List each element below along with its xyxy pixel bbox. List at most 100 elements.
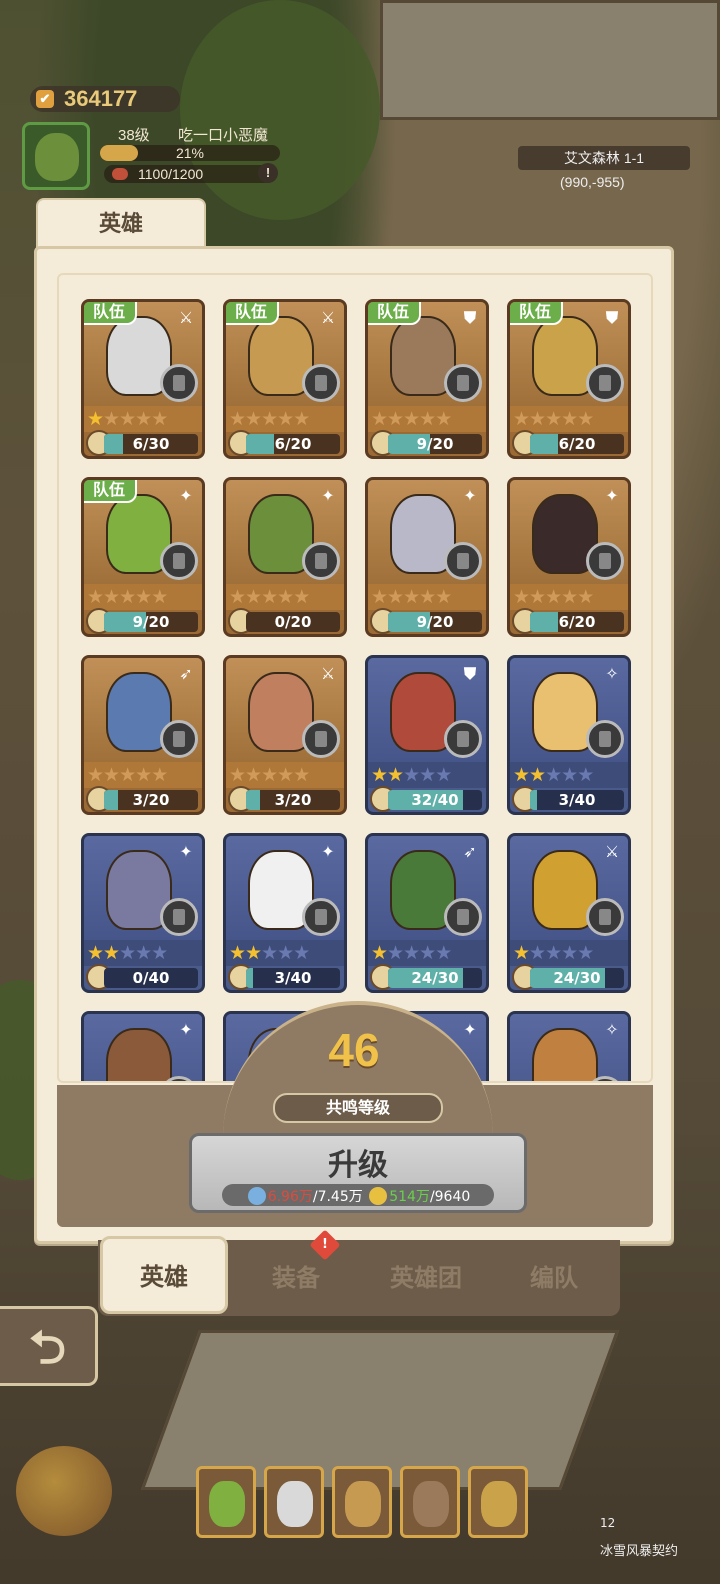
hero-card[interactable]: ✧ ★★★★★ 3/40	[507, 655, 631, 815]
shard-progress-bar: 9/20	[388, 434, 482, 454]
hero-class-icon: ✦	[463, 486, 477, 505]
pact-count: 12	[600, 1516, 616, 1530]
team-slot[interactable]	[468, 1466, 528, 1538]
shard-progress-bar: 24/30	[388, 968, 482, 988]
star-empty-icon: ★	[529, 408, 546, 430]
hero-card[interactable]: ⚔ ★★★★★ 3/20	[223, 655, 347, 815]
hero-card[interactable]: ➶ ★★★★★ 24/30	[365, 833, 489, 993]
hero-class-icon: ✦	[179, 486, 193, 505]
star-empty-icon: ★	[419, 408, 436, 430]
star-empty-icon: ★	[435, 942, 452, 964]
star-filled-icon: ★	[371, 942, 388, 964]
hero-card[interactable]: ➶ ★★★★★ 3/20	[81, 655, 205, 815]
star-empty-icon: ★	[261, 764, 278, 786]
pact-label[interactable]: 冰雪风暴契约	[600, 1540, 678, 1559]
coordinates: (990,-955)	[560, 174, 625, 190]
star-empty-icon: ★	[229, 764, 246, 786]
equipment-slot-icon	[586, 720, 624, 758]
star-empty-icon: ★	[561, 408, 578, 430]
hero-list[interactable]: ⚔ 队伍 ★★★★★ 6/30 ⚔ 队伍 ★★★★★ 6/20 ⛊ 队伍 ★★★★★ 9/20 ⛊ 队伍 ★…	[57, 273, 653, 1083]
tab-heroes[interactable]: 英雄	[100, 1236, 228, 1314]
shard-count: 9/20	[416, 613, 454, 631]
hero-stars: ★★★★★	[84, 762, 202, 788]
star-filled-icon: ★	[245, 942, 262, 964]
hero-card[interactable]: ✦ 队伍 ★★★★★ 9/20	[81, 477, 205, 637]
star-filled-icon: ★	[87, 408, 104, 430]
panel-title-tab: 英雄	[36, 198, 206, 250]
star-empty-icon: ★	[245, 408, 262, 430]
shard-count: 3/40	[274, 969, 312, 987]
star-empty-icon: ★	[387, 942, 404, 964]
shard-progress-bar: 6/30	[104, 434, 198, 454]
star-filled-icon: ★	[513, 764, 530, 786]
shard-progress-bar: 6/20	[530, 612, 624, 632]
star-empty-icon: ★	[119, 942, 136, 964]
tab-hero-group[interactable]: 英雄团	[362, 1240, 490, 1316]
star-empty-icon: ★	[561, 942, 578, 964]
player-avatar[interactable]	[22, 122, 90, 190]
hero-card[interactable]: ⛊ 队伍 ★★★★★ 9/20	[365, 299, 489, 459]
back-button[interactable]: ⮌	[0, 1306, 98, 1386]
resonance-level: 46	[328, 1024, 380, 1076]
equipment-slot-icon	[444, 720, 482, 758]
hero-card[interactable]: ✦ ★★★★★ 9/20	[365, 477, 489, 637]
equipment-slot-icon	[586, 364, 624, 402]
stamina-info-icon[interactable]: !	[258, 163, 278, 183]
star-empty-icon: ★	[245, 586, 262, 608]
shard-count: 3/40	[558, 791, 596, 809]
hero-card[interactable]: ⛊ 队伍 ★★★★★ 6/20	[507, 299, 631, 459]
tab-formation[interactable]: 编队	[490, 1240, 618, 1316]
star-empty-icon: ★	[403, 408, 420, 430]
hero-card[interactable]: ⚔ ★★★★★ 24/30	[507, 833, 631, 993]
shard-progress-bar: 3/20	[246, 790, 340, 810]
equipment-slot-icon	[302, 542, 340, 580]
hero-stars: ★★★★★	[368, 584, 486, 610]
star-empty-icon: ★	[103, 586, 120, 608]
hero-card[interactable]: ✦ ★★★★★ 0/20	[223, 477, 347, 637]
shard-count: 24/30	[411, 969, 459, 987]
equipment-slot-icon	[444, 542, 482, 580]
hero-card[interactable]: ⚔ 队伍 ★★★★★ 6/30	[81, 299, 205, 459]
shard-progress-bar: 6/20	[530, 434, 624, 454]
hero-card[interactable]: ✦ ★★★★★ 6/20	[507, 477, 631, 637]
equipment-slot-icon	[586, 898, 624, 936]
hero-card[interactable]: ✦ ★★★★★ 0/40	[81, 833, 205, 993]
star-empty-icon: ★	[513, 586, 530, 608]
star-empty-icon: ★	[529, 942, 546, 964]
shard-progress-bar: 0/20	[246, 612, 340, 632]
team-slot[interactable]	[196, 1466, 256, 1538]
equipment-slot-icon	[444, 898, 482, 936]
hero-class-icon: ⚔	[320, 308, 336, 327]
star-empty-icon: ★	[229, 408, 246, 430]
helmet-icon[interactable]	[16, 1446, 112, 1536]
star-empty-icon: ★	[135, 764, 152, 786]
star-empty-icon: ★	[135, 942, 152, 964]
location-label[interactable]: 艾文森林 1-1	[518, 146, 690, 170]
hero-card[interactable]: ⚔ 队伍 ★★★★★ 6/20	[223, 299, 347, 459]
hero-class-icon: ✦	[605, 486, 619, 505]
hero-stars: ★★★★★	[510, 940, 628, 966]
star-empty-icon: ★	[293, 408, 310, 430]
star-empty-icon: ★	[277, 408, 294, 430]
hero-class-icon: ⛊	[605, 308, 618, 327]
upgrade-button[interactable]: 升级 6.96万/7.45万 514万/9640	[189, 1133, 527, 1213]
star-filled-icon: ★	[103, 942, 120, 964]
hero-stars: ★★★★★	[368, 762, 486, 788]
hero-card[interactable]: ⛊ ★★★★★ 32/40	[365, 655, 489, 815]
tab-equipment[interactable]: 装备 !	[232, 1229, 360, 1316]
hero-card[interactable]: ✦ ★★★★★ 3/40	[223, 833, 347, 993]
star-empty-icon: ★	[151, 942, 168, 964]
hero-class-icon: ⚔	[320, 664, 336, 683]
team-slot[interactable]	[264, 1466, 324, 1538]
star-empty-icon: ★	[229, 586, 246, 608]
star-empty-icon: ★	[151, 764, 168, 786]
star-empty-icon: ★	[545, 764, 562, 786]
shard-progress-bar: 3/40	[530, 790, 624, 810]
team-badge: 队伍	[510, 302, 563, 325]
star-empty-icon: ★	[577, 586, 594, 608]
star-filled-icon: ★	[371, 764, 388, 786]
team-slot[interactable]	[332, 1466, 392, 1538]
star-empty-icon: ★	[103, 764, 120, 786]
shard-count: 0/40	[132, 969, 170, 987]
team-slot[interactable]	[400, 1466, 460, 1538]
